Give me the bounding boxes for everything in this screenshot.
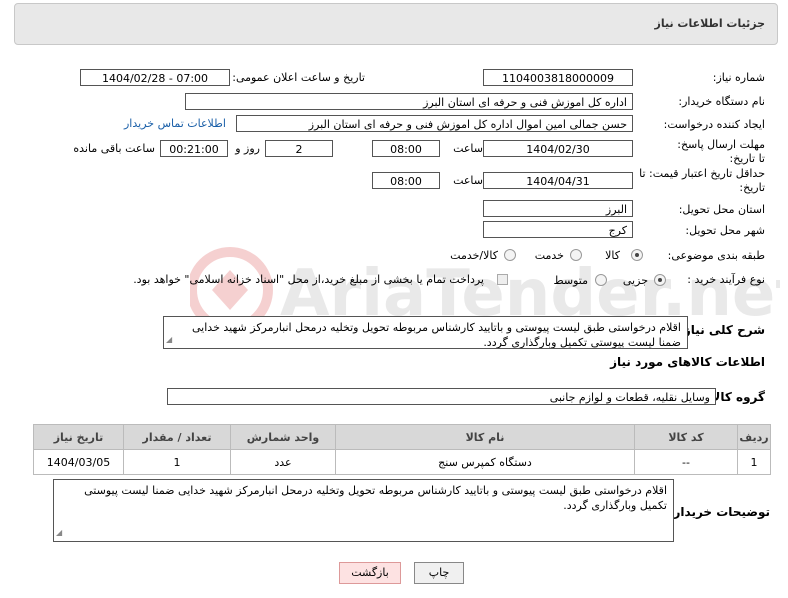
- cell-date: 1404/03/05: [33, 449, 124, 475]
- description-label: شرح کلی نیاز:: [679, 323, 765, 337]
- reply-days-field: 2: [265, 140, 333, 157]
- remaining-time-label: ساعت باقی مانده: [73, 142, 155, 155]
- category-service-label: خدمت: [534, 249, 564, 262]
- goods-group-field: وسایل نقلیه، قطعات و لوازم جانبی: [167, 388, 716, 405]
- price-validity-time-label: ساعت: [453, 174, 483, 187]
- creator-label: ایجاد کننده درخواست:: [663, 118, 765, 131]
- category-goods-service-radio[interactable]: [504, 249, 516, 261]
- buyer-notes-textarea[interactable]: اقلام درخواستی طبق لیست پیوستی و باتایید…: [53, 479, 674, 542]
- cell-name: دستگاه کمپرس سنج: [335, 449, 635, 475]
- col-date-header: تاریخ نیاز: [33, 424, 124, 450]
- back-button[interactable]: بازگشت: [339, 562, 401, 584]
- page-title: جزئیات اطلاعات نیاز: [654, 17, 766, 30]
- col-name-header: نام کالا: [335, 424, 635, 450]
- table-header-row: ردیف کد کالا نام کالا واحد شمارش تعداد /…: [33, 424, 771, 450]
- cell-unit: عدد: [230, 449, 336, 475]
- category-goods-radio[interactable]: [631, 249, 643, 261]
- header-panel: جزئیات اطلاعات نیاز: [14, 3, 778, 45]
- buyer-notes-text: اقلام درخواستی طبق لیست پیوستی و باتایید…: [84, 484, 667, 512]
- city-label: شهر محل تحویل:: [685, 224, 765, 237]
- category-label: طبقه بندی موضوعی:: [667, 249, 765, 262]
- cell-code: --: [634, 449, 738, 475]
- cell-row: 1: [737, 449, 771, 475]
- col-unit-header: واحد شمارش: [230, 424, 336, 450]
- buyer-field: اداره کل اموزش فنی و حرفه ای استان البرز: [185, 93, 633, 110]
- need-number-field: 1104003818000009: [483, 69, 633, 86]
- buyer-contact-link[interactable]: اطلاعات تماس خریدار: [124, 117, 226, 130]
- goods-section-title: اطلاعات کالاهای مورد نیاز: [610, 355, 765, 369]
- print-button[interactable]: چاپ: [414, 562, 464, 584]
- buyer-label: نام دستگاه خریدار:: [678, 95, 765, 108]
- announce-label: تاریخ و ساعت اعلان عمومی:: [232, 71, 365, 84]
- description-text: اقلام درخواستی طبق لیست پیوستی و باتایید…: [192, 321, 681, 349]
- resize-grip-icon[interactable]: ◢: [166, 332, 172, 347]
- reply-time-field: 08:00: [372, 140, 440, 157]
- resize-grip-icon[interactable]: ◢: [56, 525, 62, 540]
- price-validity-date-field: 1404/04/31: [483, 172, 633, 189]
- treasury-note: پرداخت تمام یا بخشی از مبلغ خرید،از محل …: [133, 273, 484, 286]
- creator-field: حسن جمالی امین اموال اداره کل اموزش فنی …: [236, 115, 633, 132]
- col-row-header: ردیف: [737, 424, 771, 450]
- category-service-radio[interactable]: [570, 249, 582, 261]
- city-field: کرج: [483, 221, 633, 238]
- buyer-notes-label: توضیحات خریدار:: [668, 505, 770, 519]
- province-field: البرز: [483, 200, 633, 217]
- table-row: 1 -- دستگاه کمپرس سنج عدد 1 1404/03/05: [33, 449, 771, 475]
- remaining-time-field: 00:21:00: [160, 140, 228, 157]
- goods-table: ردیف کد کالا نام کالا واحد شمارش تعداد /…: [33, 424, 771, 475]
- col-code-header: کد کالا: [634, 424, 738, 450]
- need-number-label: شماره نیاز:: [712, 71, 765, 84]
- purchase-type-label: نوع فرآیند خرید :: [687, 273, 765, 286]
- purchase-minor-radio[interactable]: [654, 274, 666, 286]
- category-goods-service-label: کالا/خدمت: [450, 249, 498, 262]
- reply-deadline-label: مهلت ارسال پاسخ: تا تاریخ:: [677, 138, 765, 165]
- purchase-medium-label: متوسط: [553, 274, 588, 287]
- reply-days-label: روز و: [235, 142, 260, 155]
- price-validity-label: حداقل تاریخ اعتبار قیمت: تا تاریخ:: [639, 167, 765, 194]
- announce-field: 1404/02/28 - 07:00: [80, 69, 230, 86]
- description-textarea[interactable]: اقلام درخواستی طبق لیست پیوستی و باتایید…: [163, 316, 688, 349]
- purchase-medium-radio[interactable]: [595, 274, 607, 286]
- reply-date-field: 1404/02/30: [483, 140, 633, 157]
- col-qty-header: تعداد / مقدار: [123, 424, 231, 450]
- category-goods-label: کالا: [605, 249, 620, 262]
- treasury-bonds-checkbox[interactable]: [497, 274, 508, 285]
- cell-qty: 1: [123, 449, 231, 475]
- province-label: استان محل تحویل:: [678, 203, 765, 216]
- price-validity-time-field: 08:00: [372, 172, 440, 189]
- purchase-minor-label: جزیی: [622, 274, 648, 287]
- reply-time-label: ساعت: [453, 142, 483, 155]
